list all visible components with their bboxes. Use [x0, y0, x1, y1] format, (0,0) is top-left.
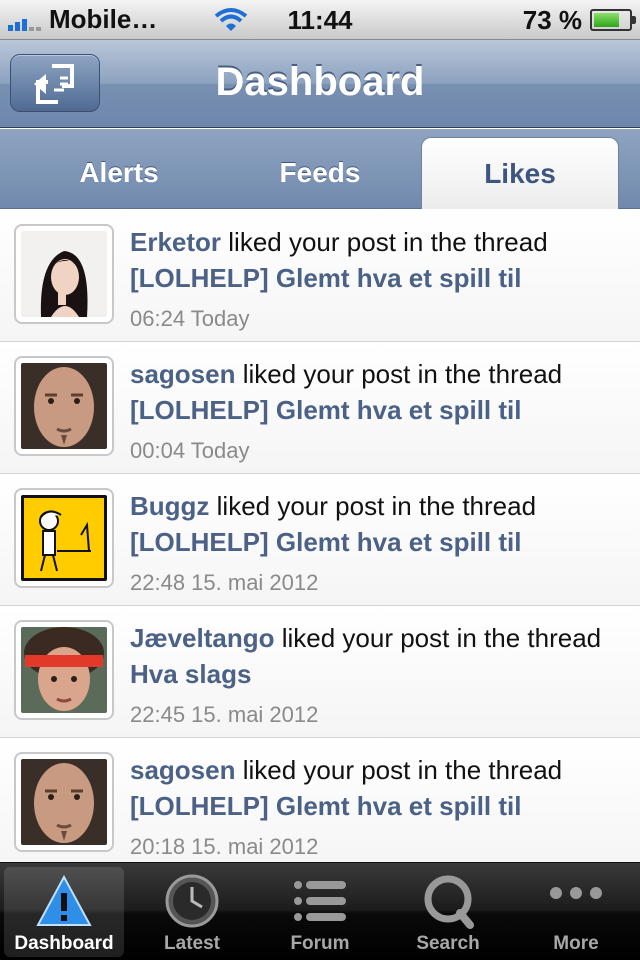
- battery-percent: 73 %: [522, 5, 582, 35]
- avatar[interactable]: [14, 488, 114, 588]
- tab-likes[interactable]: Likes: [421, 137, 619, 209]
- item-text: sagosen liked your post in the thread [L…: [130, 356, 630, 428]
- action-text: liked your post in the thread: [235, 359, 563, 389]
- avatar[interactable]: [14, 620, 114, 720]
- timestamp: 22:45 15. mai 2012: [130, 702, 319, 727]
- thread-link[interactable]: [LOLHELP] Glemt hva et spill til: [130, 524, 630, 560]
- avatar[interactable]: [14, 752, 114, 852]
- avatar[interactable]: [14, 356, 114, 456]
- segment-tabs: Alerts Feeds Likes: [0, 129, 640, 209]
- item-text: Jæveltango liked your post in the thread…: [130, 620, 630, 692]
- user-link[interactable]: sagosen: [130, 359, 236, 389]
- status-bar: Mobile… 11:44 73 %: [0, 0, 640, 40]
- battery-icon: [590, 9, 636, 31]
- item-text: Erketor liked your post in the thread [L…: [130, 224, 630, 296]
- action-text: liked your post in the thread: [274, 623, 602, 653]
- tabbar-label: Search: [416, 933, 480, 954]
- action-text: liked your post in the thread: [209, 491, 537, 521]
- item-text: sagosen liked your post in the thread [L…: [130, 752, 630, 824]
- page-title: Dashboard: [215, 60, 425, 104]
- thread-link[interactable]: [LOLHELP] Glemt hva et spill til: [130, 788, 630, 824]
- more-dots-icon: [550, 887, 602, 899]
- tabbar-search[interactable]: Search: [388, 867, 508, 957]
- list-item[interactable]: Buggz liked your post in the thread [LOL…: [0, 474, 640, 606]
- navigation-bar: Dashboard: [0, 40, 640, 128]
- thread-link[interactable]: Hva slags: [130, 659, 251, 689]
- avatar-image: [21, 231, 107, 317]
- timestamp: 22:48 15. mai 2012: [130, 570, 319, 595]
- user-link[interactable]: Buggz: [130, 491, 209, 521]
- list-item[interactable]: Jæveltango liked your post in the thread…: [0, 606, 640, 738]
- tabbar-label: Latest: [164, 933, 220, 954]
- avatar-image: [21, 759, 107, 845]
- thread-link[interactable]: [LOLHELP] Glemt hva et spill til: [130, 260, 630, 296]
- tabbar-label: More: [553, 933, 599, 954]
- avatar[interactable]: [14, 224, 114, 324]
- action-text: liked your post in the thread: [235, 755, 563, 785]
- tabbar-forum[interactable]: Forum: [260, 867, 380, 957]
- user-link[interactable]: Jæveltango: [130, 623, 275, 653]
- timestamp: 20:18 15. mai 2012: [130, 834, 319, 859]
- warning-icon: [36, 874, 92, 926]
- item-text: Buggz liked your post in the thread [LOL…: [130, 488, 630, 560]
- tab-bar: Dashboard Latest Forum Search More: [0, 862, 640, 960]
- timestamp: 06:24 Today: [130, 306, 250, 331]
- clock-icon: [165, 874, 219, 928]
- avatar-image: [21, 363, 107, 449]
- search-icon: [424, 875, 474, 929]
- list-item[interactable]: Erketor liked your post in the thread [L…: [0, 210, 640, 342]
- action-text: liked your post in the thread: [221, 227, 548, 257]
- avatar-image: [21, 495, 107, 581]
- avatar-image: [21, 627, 107, 713]
- list-item[interactable]: sagosen liked your post in the thread [L…: [0, 342, 640, 474]
- list-icon: [294, 881, 346, 921]
- list-item[interactable]: sagosen liked your post in the thread [L…: [0, 738, 640, 862]
- tabbar-latest[interactable]: Latest: [132, 867, 252, 957]
- user-link[interactable]: Erketor: [130, 227, 221, 257]
- likes-list: Erketor liked your post in the thread [L…: [0, 210, 640, 862]
- thread-link[interactable]: [LOLHELP] Glemt hva et spill til: [130, 392, 630, 428]
- tab-alerts[interactable]: Alerts: [20, 137, 218, 209]
- tabbar-label: Forum: [290, 933, 350, 954]
- tabbar-dashboard[interactable]: Dashboard: [4, 867, 124, 957]
- tabbar-label: Dashboard: [14, 933, 114, 954]
- tab-feeds[interactable]: Feeds: [221, 137, 419, 209]
- timestamp: 00:04 Today: [130, 438, 250, 463]
- user-link[interactable]: sagosen: [130, 755, 236, 785]
- tabbar-more[interactable]: More: [516, 867, 636, 957]
